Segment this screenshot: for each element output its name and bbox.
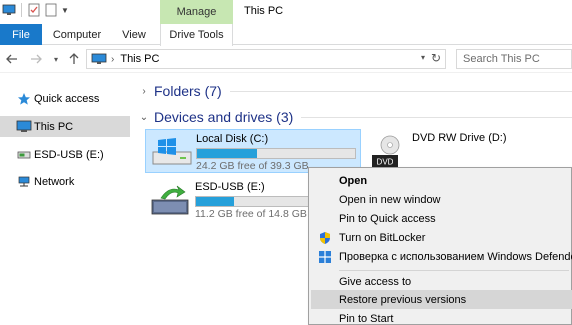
customize-toolbar-icon[interactable]: ▼ [61,6,69,15]
title-bar: ▼ Manage This PC [0,0,572,24]
drive-name: Local Disk (C:) [196,133,269,145]
forward-arrow-icon[interactable] [28,51,44,67]
drive-name: DVD RW Drive (D:) [412,132,507,144]
group-folders[interactable]: › Folders (7) [132,81,572,101]
tab-manage[interactable]: Manage [160,0,233,24]
tab-drive-tools[interactable]: Drive Tools [160,24,233,46]
menu-item-label: Turn on BitLocker [339,231,426,244]
ribbon-tabs: File Computer View Drive Tools [0,24,572,46]
drive-usage-fill [197,149,258,158]
tab-view[interactable]: View [117,24,151,45]
navigation-pane: Quick access This PC ESD-USB (E:) Networ… [0,74,132,325]
defender-icon [317,249,333,265]
menu-item-label: Open [339,174,368,187]
menu-item-label: Open in new window [339,193,441,206]
breadcrumb-chevron-icon[interactable]: › [111,54,114,65]
shield-icon [317,230,333,246]
tab-file[interactable]: File [0,24,42,45]
menu-item-defender-scan[interactable]: Проверка с использованием Windows Defend… [311,247,572,266]
menu-item-pin-to-start[interactable]: Pin to Start [311,309,572,325]
drive-free-space: 24.2 GB free of 39.3 GB [196,160,309,172]
menu-item-label: Pin to Quick access [339,212,436,225]
menu-item-label: Проверка с использованием Windows Defend… [339,250,572,263]
group-divider [301,116,572,118]
menu-item-give-access[interactable]: Give access to [311,272,572,291]
menu-separator [339,270,569,271]
menu-item-turn-on-bitlocker[interactable]: Turn on BitLocker [311,228,572,247]
sidebar-item-label: Network [34,175,75,188]
computer-icon [91,53,107,65]
navigation-bar: ▾ › This PC ▾ ↻ [0,46,572,73]
menu-item-restore-previous-versions[interactable]: Restore previous versions [311,290,572,309]
sidebar-item-network[interactable]: Network [0,171,130,192]
usb-drive-icon [16,147,32,163]
group-title: Devices and drives (3) [154,109,294,125]
back-arrow-icon[interactable] [4,51,20,67]
usb-setup-drive-icon [151,184,191,216]
windows-drive-icon [152,136,192,168]
sidebar-item-label: ESD-USB (E:) [34,148,104,161]
collapse-chevron-icon[interactable]: ⌄ [136,112,152,123]
search-box[interactable] [456,49,572,69]
sidebar-item-esd-usb[interactable]: ESD-USB (E:) [0,144,130,165]
sidebar-item-quick-access[interactable]: Quick access [0,88,130,109]
group-divider [229,90,572,92]
computer-icon[interactable] [2,3,16,17]
refresh-icon[interactable]: ↻ [431,51,441,65]
window-title: This PC [244,5,284,17]
drive-usage-fill [196,197,234,206]
sidebar-item-label: This PC [34,120,74,133]
sidebar-item-label: Quick access [34,92,100,105]
menu-item-label: Give access to [339,275,412,288]
group-title: Folders (7) [154,83,222,99]
drive-free-space: 11.2 GB free of 14.8 GB [195,208,307,220]
computer-icon [16,119,32,135]
toolbar-separator [21,3,22,17]
properties-icon[interactable] [27,3,41,17]
menu-item-open[interactable]: Open [311,171,572,190]
quick-access-toolbar: ▼ [2,3,69,17]
dvd-drive-icon: DVD [368,135,408,167]
tab-computer[interactable]: Computer [52,24,102,45]
recent-locations-chevron-icon[interactable]: ▾ [48,51,64,67]
address-bar[interactable]: › This PC ▾ ↻ [86,49,446,69]
svg-text:DVD: DVD [377,158,394,167]
search-input[interactable] [463,53,563,65]
group-devices-and-drives[interactable]: ⌄ Devices and drives (3) [132,107,572,127]
address-dropdown-icon[interactable]: ▾ [421,53,425,62]
breadcrumb-this-pc[interactable]: This PC [120,53,159,65]
new-folder-icon[interactable] [44,3,58,17]
expand-chevron-icon[interactable]: › [136,86,152,97]
menu-item-open-new-window[interactable]: Open in new window [311,190,572,209]
menu-item-pin-quick-access[interactable]: Pin to Quick access [311,209,572,228]
context-menu: Open Open in new window Pin to Quick acc… [308,167,572,325]
drive-name: ESD-USB (E:) [195,181,265,193]
drive-usage-bar [196,148,356,159]
up-arrow-icon[interactable] [66,51,82,67]
menu-item-label: Restore previous versions [339,293,467,306]
menu-item-label: Pin to Start [339,312,394,325]
star-icon [16,91,32,107]
network-icon [16,174,32,190]
sidebar-item-this-pc[interactable]: This PC [0,116,130,137]
